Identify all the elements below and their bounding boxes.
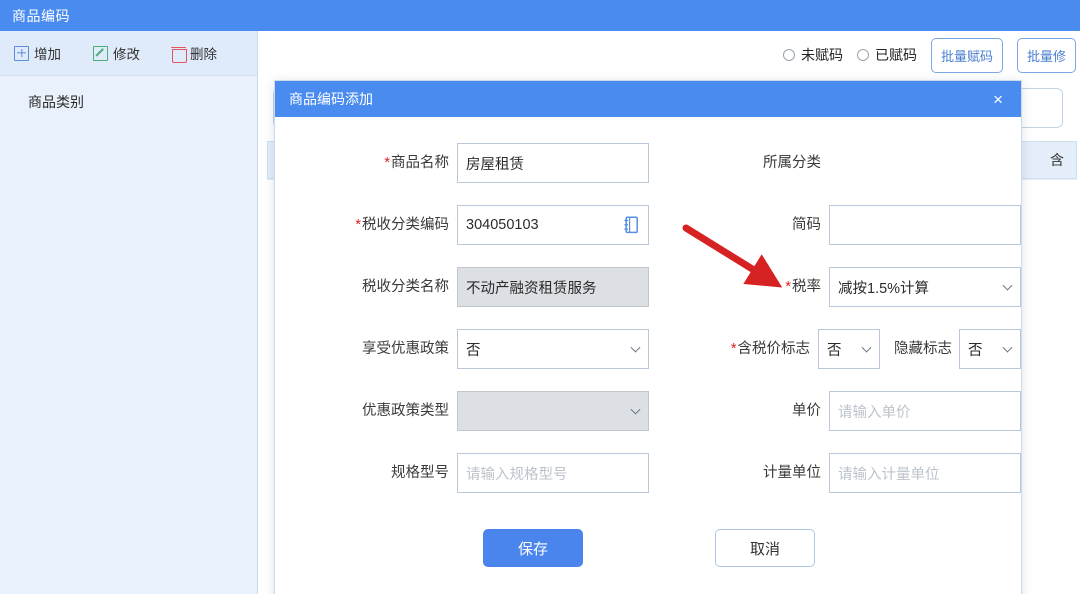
goods-name-label: *商品名称	[384, 155, 449, 171]
unit-price-label: 单价	[792, 403, 821, 419]
enjoy-policy-select[interactable]: 否	[457, 329, 649, 369]
enjoy-policy-label: 享受优惠政策	[362, 341, 449, 357]
tax-class-code-input[interactable]: 304050103	[457, 205, 649, 245]
add-button[interactable]: 增加	[14, 43, 61, 63]
tax-class-code-value: 304050103	[466, 217, 539, 233]
window-titlebar: 商品编码	[0, 0, 1080, 31]
radio-uncoded-dot	[782, 49, 795, 61]
belong-category-label: 所属分类	[763, 155, 821, 171]
dialog-body: *商品名称 房屋租赁 所属分类 *税收分类编码 304050103 简码 税收分…	[275, 117, 1021, 594]
radio-coded-label: 已赋码	[874, 47, 917, 63]
close-icon[interactable]: ×	[987, 89, 1009, 110]
sidebar-toolbar: 增加 修改 删除	[0, 31, 257, 76]
add-button-label: 增加	[34, 47, 61, 62]
table-column-header: 含	[1050, 152, 1064, 168]
form-row-1: *商品名称 房屋租赁 所属分类	[275, 143, 1021, 183]
measure-unit-label: 计量单位	[763, 465, 821, 481]
delete-button[interactable]: 删除	[171, 43, 217, 63]
form-row-2: *税收分类编码 304050103 简码	[275, 205, 1021, 245]
form-row-3: 税收分类名称 不动产融资租赁服务 *税率 减按1.5%计算	[275, 267, 1021, 307]
add-goods-code-dialog: 商品编码添加 × *商品名称 房屋租赁 所属分类 *税收分类编码 3040501…	[274, 80, 1022, 594]
form-row-6: 规格型号 请输入规格型号 计量单位 请输入计量单位	[275, 453, 1021, 493]
delete-button-label: 删除	[190, 47, 217, 62]
goods-name-input[interactable]: 房屋租赁	[457, 143, 649, 183]
batch-secondary-button[interactable]: 批量修	[1016, 37, 1076, 73]
form-row-5: 优惠政策类型 单价 请输入单价	[275, 391, 1021, 431]
tax-included-flag-select[interactable]: 否	[818, 329, 880, 369]
flags-group: 否 隐藏标志 否	[818, 329, 1021, 369]
short-code-label: 简码	[792, 217, 821, 233]
form-row-4: 享受优惠政策 否 *含税价标志 否 隐藏标志 否	[275, 329, 1021, 369]
radio-uncoded-label: 未赋码	[800, 47, 843, 63]
category-tree-header: 商品类别	[28, 94, 84, 110]
tax-rate-select[interactable]: 减按1.5%计算	[829, 267, 1021, 307]
dialog-actions: 保存 取消	[275, 529, 1023, 567]
policy-type-select[interactable]	[457, 391, 649, 431]
tax-class-name-value: 不动产融资租赁服务	[457, 267, 649, 307]
edit-button[interactable]: 修改	[93, 43, 140, 63]
dialog-title: 商品编码添加	[289, 91, 373, 107]
belong-category-placeholder	[829, 143, 1021, 183]
pencil-square-icon	[93, 45, 108, 61]
policy-type-label: 优惠政策类型	[362, 403, 449, 419]
window-title: 商品编码	[12, 7, 70, 24]
plus-square-icon	[14, 45, 29, 61]
unit-price-input[interactable]: 请输入单价	[829, 391, 1021, 431]
application-window: 商品编码 增加 修改 删除 商品类别 未赋码 已赋码 批量赋码 批量修 含 商品…	[0, 0, 1080, 594]
cancel-button[interactable]: 取消	[715, 529, 815, 567]
short-code-input[interactable]	[829, 205, 1021, 245]
hidden-flag-select[interactable]: 否	[959, 329, 1021, 369]
main-toolbar: 未赋码 已赋码 批量赋码 批量修	[259, 31, 1080, 79]
radio-uncoded[interactable]: 未赋码	[782, 45, 843, 65]
tax-rate-label: *税率	[785, 279, 821, 295]
save-button[interactable]: 保存	[483, 529, 583, 567]
spec-model-label: 规格型号	[391, 465, 449, 481]
radio-coded-dot	[856, 49, 869, 61]
batch-assign-code-button[interactable]: 批量赋码	[930, 37, 1003, 73]
codebook-icon[interactable]	[623, 216, 639, 234]
hidden-flag-label: 隐藏标志	[894, 341, 952, 357]
tax-included-flag-label: *含税价标志	[730, 341, 810, 357]
dialog-header: 商品编码添加 ×	[275, 81, 1021, 117]
edit-button-label: 修改	[113, 47, 140, 62]
radio-coded[interactable]: 已赋码	[856, 45, 917, 65]
measure-unit-input[interactable]: 请输入计量单位	[829, 453, 1021, 493]
tax-class-name-label: 税收分类名称	[362, 279, 449, 295]
sidebar-panel: 增加 修改 删除 商品类别	[0, 31, 258, 594]
trash-icon	[171, 46, 187, 63]
spec-model-input[interactable]: 请输入规格型号	[457, 453, 649, 493]
tax-class-code-label: *税收分类编码	[355, 217, 449, 233]
